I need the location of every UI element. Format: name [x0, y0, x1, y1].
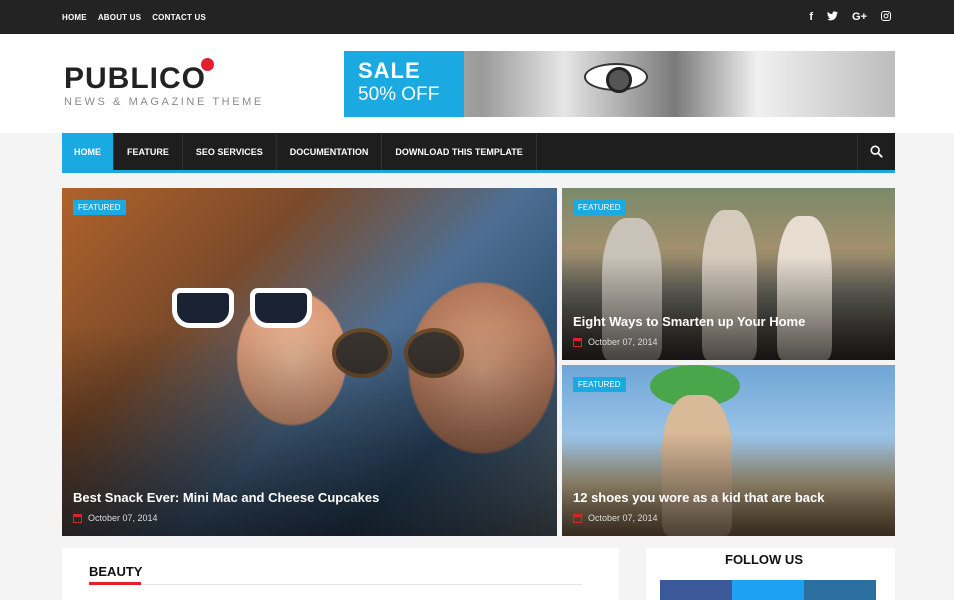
search-icon	[870, 145, 883, 158]
nav-item-documentation[interactable]: DOCUMENTATION	[277, 133, 383, 170]
logo-tagline: NEWS & MAGAZINE THEME	[64, 96, 264, 108]
logo-name: PUBLICO	[64, 62, 206, 95]
post-date-text: October 07, 2014	[88, 513, 158, 523]
top-links: HOME ABOUT US CONTACT US	[62, 0, 217, 34]
facebook-follow-button[interactable]	[660, 580, 732, 600]
top-link-home[interactable]: HOME	[62, 13, 87, 22]
follow-us-title: FOLLOW US	[725, 552, 803, 567]
site-header: PUBLICO NEWS & MAGAZINE THEME SALE 50% O…	[0, 34, 954, 133]
nav-item-feature[interactable]: FEATURE	[114, 133, 183, 170]
top-link-contact[interactable]: CONTACT US	[152, 13, 206, 22]
post-date: October 07, 2014	[73, 513, 158, 523]
follow-us-widget: FOLLOW US	[646, 548, 895, 600]
top-bar: HOME ABOUT US CONTACT US f G+	[0, 0, 954, 34]
twitter-follow-button[interactable]	[732, 580, 804, 600]
nav-item-home[interactable]: HOME	[62, 133, 114, 170]
top-link-about[interactable]: ABOUT US	[98, 13, 141, 22]
calendar-icon	[573, 337, 582, 347]
nav-items: HOME FEATURE SEO SERVICES DOCUMENTATION …	[62, 133, 895, 170]
logo-dot-icon	[201, 58, 214, 71]
sale-box: SALE 50% OFF	[344, 51, 464, 117]
section-divider	[89, 584, 582, 585]
twitter-icon[interactable]	[827, 10, 839, 24]
linkedin-follow-button[interactable]	[804, 580, 876, 600]
featured-badge[interactable]: FEATURED	[573, 200, 626, 215]
featured-post-3[interactable]: FEATURED 12 shoes you wore as a kid that…	[562, 365, 895, 536]
nav-item-download-template[interactable]: DOWNLOAD THIS TEMPLATE	[382, 133, 537, 170]
sale-discount: 50% OFF	[358, 84, 440, 105]
section-title-beauty[interactable]: BEAUTY	[89, 564, 142, 579]
search-button[interactable]	[857, 133, 895, 170]
instagram-icon[interactable]	[881, 10, 891, 24]
post-date: October 07, 2014	[573, 337, 658, 347]
sale-title: SALE	[358, 58, 421, 83]
section-title-underline	[89, 582, 141, 585]
post-title[interactable]: Best Snack Ever: Mini Mac and Cheese Cup…	[73, 490, 379, 505]
main-nav: HOME FEATURE SEO SERVICES DOCUMENTATION …	[62, 133, 895, 173]
site-logo[interactable]: PUBLICO NEWS & MAGAZINE THEME	[64, 58, 264, 108]
featured-badge[interactable]: FEATURED	[573, 377, 626, 392]
facebook-icon[interactable]: f	[809, 11, 813, 23]
social-links: f G+	[795, 0, 891, 34]
post-title[interactable]: Eight Ways to Smarten up Your Home	[573, 314, 805, 329]
featured-post-2[interactable]: FEATURED Eight Ways to Smarten up Your H…	[562, 188, 895, 360]
sale-banner[interactable]: SALE 50% OFF	[344, 51, 895, 117]
calendar-icon	[573, 513, 582, 523]
post-date-text: October 07, 2014	[588, 513, 658, 523]
post-date-text: October 07, 2014	[588, 337, 658, 347]
beauty-section: BEAUTY	[62, 548, 619, 600]
featured-badge[interactable]: FEATURED	[73, 200, 126, 215]
nav-item-seo-services[interactable]: SEO SERVICES	[183, 133, 277, 170]
google-plus-icon[interactable]: G+	[852, 11, 867, 23]
follow-buttons	[660, 580, 876, 600]
featured-post-1[interactable]: FEATURED Best Snack Ever: Mini Mac and C…	[62, 188, 557, 536]
post-title[interactable]: 12 shoes you wore as a kid that are back	[573, 490, 824, 505]
banner-eye-image	[584, 63, 648, 93]
sunglasses-image	[172, 288, 322, 328]
post-date: October 07, 2014	[573, 513, 658, 523]
calendar-icon	[73, 513, 82, 523]
